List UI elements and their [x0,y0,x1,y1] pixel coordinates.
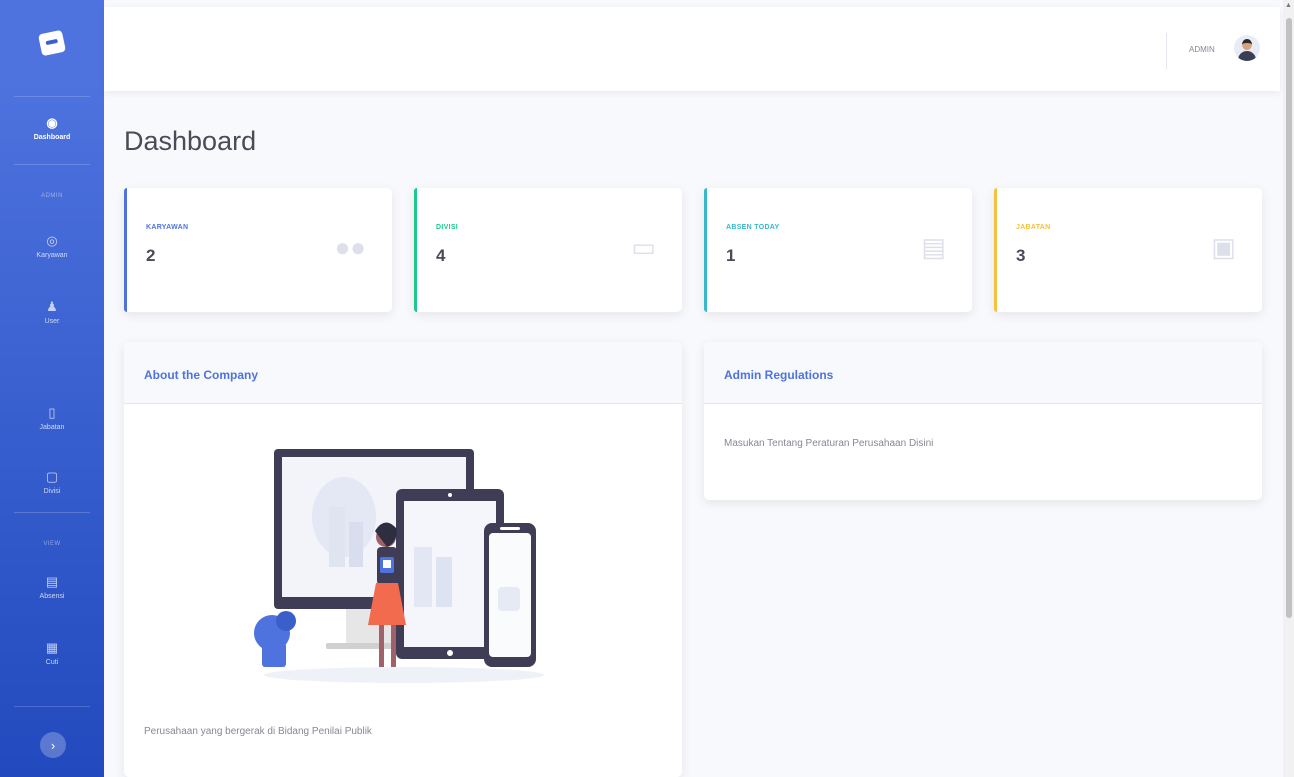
panel-title: Admin Regulations [724,368,834,382]
card-accent [414,188,417,312]
sidebar-item-karyawan[interactable]: ◎ Karyawan [0,234,104,261]
sidebar-item-absensi[interactable]: ▤ Absensi [0,575,104,602]
card-label: JABATAN [1016,224,1051,231]
avatar-body [1238,51,1256,61]
brand-link[interactable] [0,0,104,86]
devices-illustration [254,449,544,683]
regulations-text: Masukan Tentang Peraturan Perusahaan Dis… [724,438,934,449]
chevron-right-icon: › [50,737,56,753]
calendar-icon: ▦ [45,640,59,655]
card-value: 2 [146,246,156,265]
card-label: ABSEN TODAY [726,224,780,231]
desktop-icon: ▭ [631,232,656,262]
clipboard-icon: ▤ [45,574,59,589]
card-accent [704,188,707,312]
panel-header: Admin Regulations [704,342,1262,404]
card-value: 3 [1016,246,1026,265]
users-icon: ◎ [46,233,58,248]
tachometer-icon: ◉ [46,115,58,130]
about-company-panel: About the Company Perusahaan yang berger… [124,342,682,777]
sidebar-heading-view: VIEW [43,541,61,547]
admin-regulations-panel: Admin Regulations Masukan Tentang Peratu… [704,342,1262,500]
card-label: DIVISI [436,224,459,231]
topbar: ADMIN [104,7,1280,91]
scroll-up-arrow-icon[interactable]: ▲ [1284,2,1293,12]
id-card-icon: ▣ [1211,232,1236,262]
sidebar-divider [14,512,90,513]
avatar-head [1242,39,1252,50]
user-icon: ♟ [46,299,58,314]
sidebar-item-label: Dashboard [33,134,71,141]
scrollbar-thumb[interactable] [1286,18,1292,618]
card-accent [124,188,127,312]
sidebar-item-user[interactable]: ♟ User [0,300,104,327]
sidebar-item-label: Absensi [39,593,65,600]
about-text: Perusahaan yang bergerak di Bidang Penil… [144,726,372,737]
panel-header: About the Company [124,342,682,404]
avatar[interactable] [1234,35,1260,61]
desktop-icon: ▢ [45,469,59,484]
user-name[interactable]: ADMIN [1189,45,1215,54]
stat-card-absen-today: ABSEN TODAY 1 ▤ [704,188,972,312]
sidebar-item-jabatan[interactable]: ▯ Jabatan [0,406,104,433]
card-value: 4 [436,246,446,265]
sidebar-item-dashboard[interactable]: ◉ Dashboard [0,116,104,143]
sidebar-item-cuti[interactable]: ▦ Cuti [0,641,104,668]
sidebar-item-label: Cuti [45,659,59,666]
sidebar-divider [14,164,90,165]
topbar-divider [1166,33,1167,69]
card-accent [994,188,997,312]
sidebar-item-label: User [44,318,60,325]
stat-card-jabatan: JABATAN 3 ▣ [994,188,1262,312]
briefcase-icon: ▯ [48,405,56,420]
stat-card-karyawan: KARYAWAN 2 ●● [124,188,392,312]
sidebar-toggle-button[interactable]: › [40,732,66,758]
users-icon: ●● [334,232,366,262]
sidebar-item-label: Jabatan [39,424,65,431]
card-label: KARYAWAN [146,224,189,231]
sidebar-divider [14,96,90,97]
brand-logo-icon [37,29,67,57]
sidebar-divider [14,706,90,707]
clipboard-icon: ▤ [921,232,946,262]
panel-title: About the Company [144,368,258,382]
page-title: Dashboard [124,126,257,156]
sidebar: ◉ Dashboard ADMIN ◎ Karyawan ♟ User ▯ Ja… [0,0,104,777]
sidebar-item-label: Divisi [43,488,61,495]
sidebar-item-label: Karyawan [36,252,68,259]
sidebar-heading-admin: ADMIN [41,193,63,199]
sidebar-item-divisi[interactable]: ▢ Divisi [0,470,104,497]
stat-card-divisi: DIVISI 4 ▭ [414,188,682,312]
card-value: 1 [726,246,736,265]
